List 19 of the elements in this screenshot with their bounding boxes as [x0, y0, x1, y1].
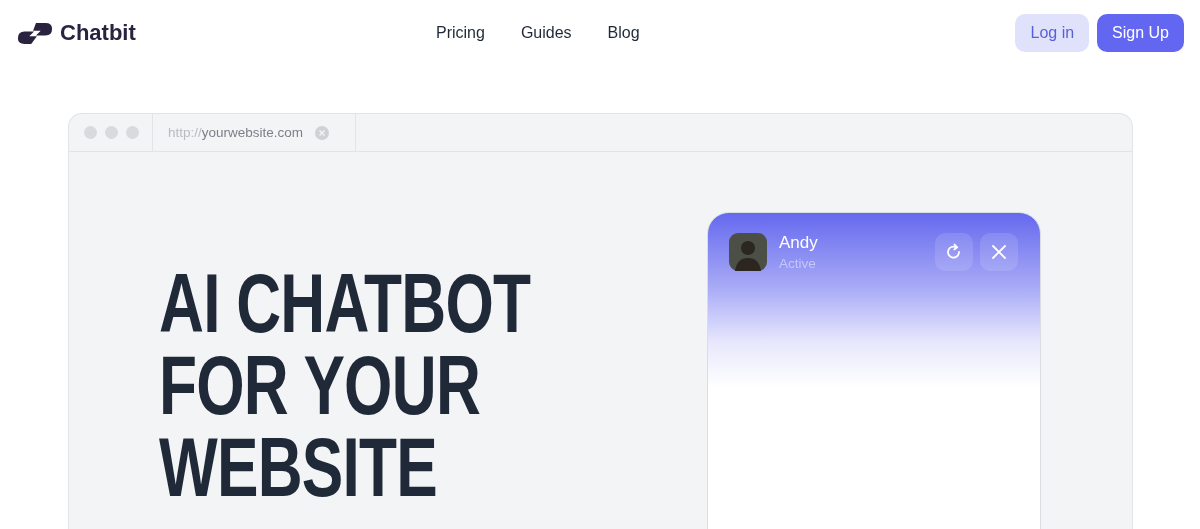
headline-line: AI CHATBOT — [159, 262, 532, 344]
close-icon — [989, 242, 1009, 262]
url-text: yourwebsite.com — [201, 125, 304, 140]
close-button[interactable] — [980, 233, 1018, 271]
headline-line: WEBSITE — [159, 426, 438, 508]
brand-name[interactable]: Chatbit — [60, 20, 136, 46]
agent-name: Andy — [779, 233, 819, 253]
refresh-button[interactable] — [935, 233, 973, 271]
signup-button[interactable]: Sign Up — [1097, 14, 1184, 52]
nav-link[interactable]: Pricing — [436, 24, 485, 42]
window-dot — [84, 126, 97, 139]
url-prefix: http:// — [168, 125, 202, 140]
avatar-icon — [729, 233, 767, 271]
nav-link[interactable]: Blog — [607, 24, 640, 42]
window-dot — [126, 126, 139, 139]
nav-link[interactable]: Guides — [520, 24, 572, 42]
window-dot — [105, 126, 118, 139]
headline-line: FOR YOUR — [159, 344, 482, 426]
login-button[interactable]: Log in — [1015, 14, 1090, 52]
